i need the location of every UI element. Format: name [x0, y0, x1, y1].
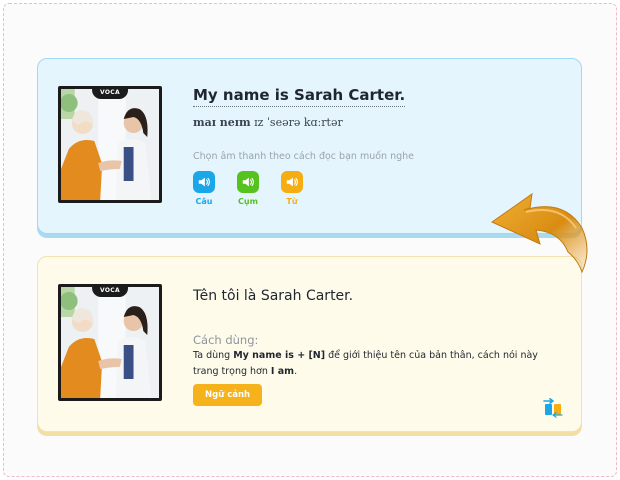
ipa-stressed-part: maɪ neɪm: [193, 116, 251, 129]
usage-text-part: .: [294, 366, 298, 377]
audio-word-label: Từ: [286, 197, 298, 206]
audio-phrase-label: Cụm: [238, 197, 258, 206]
english-sentence[interactable]: My name is Sarah Carter.: [193, 86, 406, 107]
usage-explanation: Ta dùng My name is + [N] để giới thiệu t…: [193, 348, 563, 380]
usage-title: Cách dùng:: [193, 333, 259, 347]
audio-hint: Chọn âm thanh theo cách đọc bạn muốn ngh…: [193, 151, 414, 162]
phonetic-transcription: maɪ neɪm ɪz ˈseərə kɑːrtər: [193, 116, 343, 129]
audio-phrase-button[interactable]: Cụm: [237, 171, 259, 206]
audio-sentence-label: Câu: [195, 197, 213, 206]
curved-return-arrow-icon[interactable]: [486, 188, 598, 280]
flashcard-back: VOCA Tên tôi là Sarah Carter. Cách dùng:…: [37, 256, 582, 432]
voca-logo: VOCA: [92, 89, 128, 99]
vietnamese-translation: Tên tôi là Sarah Carter.: [193, 288, 354, 304]
flip-card-icon[interactable]: [542, 398, 564, 418]
two-women-illustration: [61, 89, 159, 200]
speaker-icon: [281, 171, 303, 193]
voca-logo: VOCA: [92, 287, 128, 297]
usage-alternative: I am: [270, 366, 295, 377]
audio-options: Câu Cụm Từ: [193, 171, 303, 206]
card-photo: VOCA: [58, 284, 162, 401]
two-women-illustration: [61, 287, 159, 398]
usage-text-part: Ta dùng: [193, 350, 234, 361]
usage-pattern: My name is + [N]: [233, 350, 326, 361]
audio-word-button[interactable]: Từ: [281, 171, 303, 206]
speaker-icon: [237, 171, 259, 193]
speaker-icon: [193, 171, 215, 193]
audio-sentence-button[interactable]: Câu: [193, 171, 215, 206]
card-photo: VOCA: [58, 86, 162, 203]
context-button[interactable]: Ngữ cảnh: [193, 384, 263, 406]
ipa-rest: ɪz ˈseərə kɑːrtər: [250, 116, 343, 129]
